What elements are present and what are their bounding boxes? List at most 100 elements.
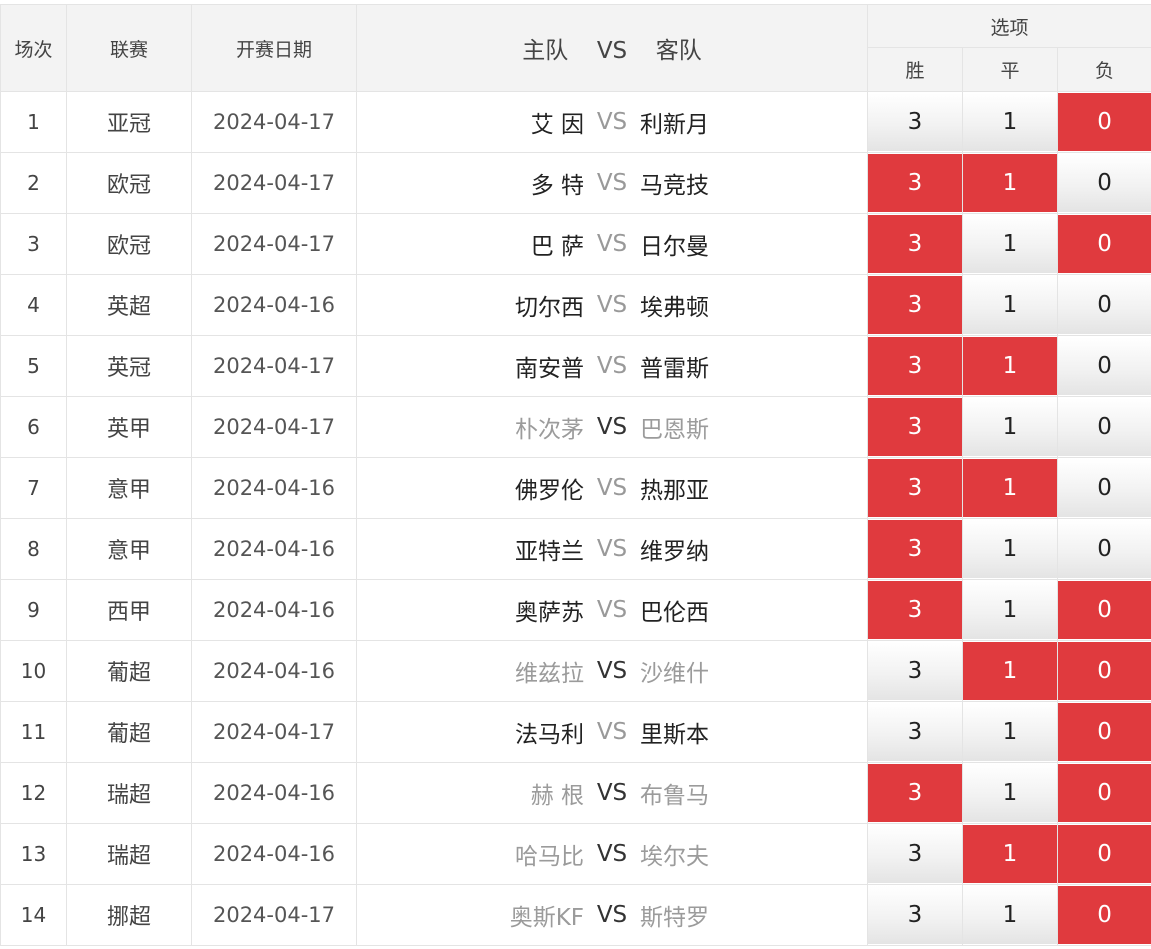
league-name: 亚冠: [66, 91, 192, 153]
option-draw-button[interactable]: 1: [963, 520, 1057, 578]
home-team: 维兹拉: [515, 661, 584, 687]
table-row: 5 英冠 2024-04-17 南安普 VS 普雷斯 3 1 0: [0, 335, 1151, 397]
option-lose-cell: 0: [1056, 762, 1151, 824]
league-name: 葡超: [66, 701, 192, 763]
option-draw-cell: 1: [962, 335, 1058, 397]
match-date: 2024-04-16: [191, 518, 357, 580]
match-teams: 切尔西 VS 埃弗顿: [356, 274, 868, 336]
match-index: 13: [0, 823, 67, 885]
option-win-cell: 3: [867, 396, 963, 458]
option-win-button[interactable]: 3: [868, 93, 962, 151]
match-date: 2024-04-17: [191, 152, 357, 214]
option-lose-button[interactable]: 0: [1058, 398, 1151, 456]
option-draw-button[interactable]: 1: [963, 642, 1057, 700]
league-name: 挪超: [66, 884, 192, 946]
option-draw-button[interactable]: 1: [963, 825, 1057, 883]
vs-label: VS: [596, 536, 628, 562]
option-lose-button[interactable]: 0: [1058, 581, 1151, 639]
option-win-button[interactable]: 3: [868, 886, 962, 944]
match-date: 2024-04-16: [191, 579, 357, 641]
option-draw-cell: 1: [962, 579, 1058, 641]
header-home-team: 主队: [522, 38, 569, 64]
match-teams: 巴 萨 VS 日尔曼: [356, 213, 868, 275]
header-date: 开赛日期: [191, 4, 357, 92]
option-lose-button[interactable]: 0: [1058, 642, 1151, 700]
home-team: 朴次茅: [515, 417, 584, 443]
match-teams: 维兹拉 VS 沙维什: [356, 640, 868, 702]
header-index: 场次: [0, 4, 67, 92]
option-lose-button[interactable]: 0: [1058, 459, 1151, 517]
option-lose-button[interactable]: 0: [1058, 825, 1151, 883]
league-name: 瑞超: [66, 823, 192, 885]
option-win-button[interactable]: 3: [868, 276, 962, 334]
option-draw-button[interactable]: 1: [963, 581, 1057, 639]
away-team: 埃尔夫: [640, 844, 709, 870]
match-date: 2024-04-16: [191, 823, 357, 885]
option-win-button[interactable]: 3: [868, 215, 962, 273]
home-team: 哈马比: [515, 844, 584, 870]
option-lose-cell: 0: [1056, 213, 1151, 275]
match-index: 11: [0, 701, 67, 763]
option-win-cell: 3: [867, 823, 963, 885]
option-draw-button[interactable]: 1: [963, 93, 1057, 151]
option-win-button[interactable]: 3: [868, 398, 962, 456]
header-win: 胜: [867, 47, 963, 92]
home-team: 亚特兰: [515, 539, 584, 565]
option-lose-button[interactable]: 0: [1058, 886, 1151, 944]
table-row: 7 意甲 2024-04-16 佛罗伦 VS 热那亚 3 1 0: [0, 457, 1151, 519]
option-lose-button[interactable]: 0: [1058, 520, 1151, 578]
away-team: 埃弗顿: [640, 295, 709, 321]
option-win-button[interactable]: 3: [868, 520, 962, 578]
away-team: 马竞技: [640, 173, 709, 199]
match-date: 2024-04-16: [191, 274, 357, 336]
match-table: 场次 联赛 开赛日期 主队 VS 客队 选项 胜 平 负 1 亚冠 2024-0…: [0, 4, 1151, 946]
away-team: 普雷斯: [640, 356, 709, 382]
option-lose-button[interactable]: 0: [1058, 154, 1151, 212]
option-lose-button[interactable]: 0: [1058, 764, 1151, 822]
match-index: 4: [0, 274, 67, 336]
option-draw-button[interactable]: 1: [963, 703, 1057, 761]
option-lose-cell: 0: [1056, 518, 1151, 580]
vs-label: VS: [596, 841, 628, 867]
vs-label: VS: [596, 658, 628, 684]
option-lose-button[interactable]: 0: [1058, 337, 1151, 395]
home-team: 艾 因: [530, 112, 584, 138]
option-draw-button[interactable]: 1: [963, 459, 1057, 517]
away-team: 日尔曼: [640, 234, 709, 260]
league-name: 欧冠: [66, 213, 192, 275]
option-win-button[interactable]: 3: [868, 459, 962, 517]
vs-label: VS: [596, 475, 628, 501]
match-teams: 哈马比 VS 埃尔夫: [356, 823, 868, 885]
option-win-button[interactable]: 3: [868, 825, 962, 883]
option-win-cell: 3: [867, 579, 963, 641]
vs-label: VS: [596, 597, 628, 623]
option-win-button[interactable]: 3: [868, 642, 962, 700]
option-draw-cell: 1: [962, 91, 1058, 153]
away-team: 斯特罗: [640, 905, 709, 931]
option-lose-cell: 0: [1056, 640, 1151, 702]
option-draw-button[interactable]: 1: [963, 215, 1057, 273]
option-lose-button[interactable]: 0: [1058, 703, 1151, 761]
option-lose-button[interactable]: 0: [1058, 93, 1151, 151]
option-draw-button[interactable]: 1: [963, 886, 1057, 944]
option-draw-button[interactable]: 1: [963, 154, 1057, 212]
option-win-button[interactable]: 3: [868, 703, 962, 761]
table-header: 场次 联赛 开赛日期 主队 VS 客队 选项 胜 平 负: [0, 4, 1151, 92]
option-lose-button[interactable]: 0: [1058, 276, 1151, 334]
option-win-cell: 3: [867, 335, 963, 397]
option-draw-button[interactable]: 1: [963, 398, 1057, 456]
option-win-button[interactable]: 3: [868, 764, 962, 822]
option-draw-button[interactable]: 1: [963, 276, 1057, 334]
league-name: 葡超: [66, 640, 192, 702]
option-lose-button[interactable]: 0: [1058, 215, 1151, 273]
home-team: 巴 萨: [530, 234, 584, 260]
option-win-button[interactable]: 3: [868, 154, 962, 212]
option-draw-button[interactable]: 1: [963, 764, 1057, 822]
match-teams: 奥萨苏 VS 巴伦西: [356, 579, 868, 641]
match-teams: 奥斯KF VS 斯特罗: [356, 884, 868, 946]
match-index: 9: [0, 579, 67, 641]
option-draw-cell: 1: [962, 213, 1058, 275]
option-win-button[interactable]: 3: [868, 337, 962, 395]
option-win-button[interactable]: 3: [868, 581, 962, 639]
option-draw-button[interactable]: 1: [963, 337, 1057, 395]
